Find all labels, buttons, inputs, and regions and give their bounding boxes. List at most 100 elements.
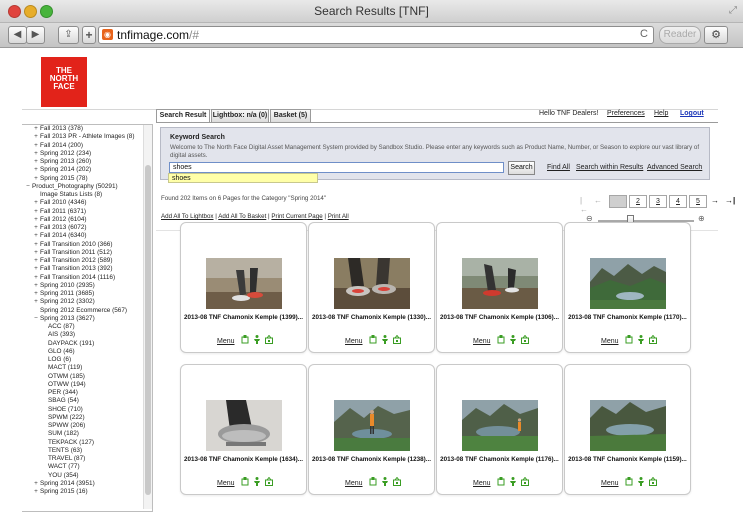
find-all-link[interactable]: Find All: [547, 164, 570, 171]
tree-item[interactable]: TEKPACK (127): [22, 439, 142, 447]
tree-item[interactable]: OTWM (185): [22, 373, 142, 381]
tree-item[interactable]: + Fall Transition 2013 (392): [22, 265, 142, 273]
tree-item[interactable]: WACT (77): [22, 463, 142, 471]
add-to-lightbox-icon[interactable]: [625, 477, 633, 486]
tree-item[interactable]: SUM (182): [22, 430, 142, 438]
tree-item[interactable]: SBAG (54): [22, 397, 142, 405]
result-card[interactable]: 2013-08 TNF Chamonix Kemple (1634)... Men…: [180, 364, 307, 495]
tree-item[interactable]: + Fall 2013 (378): [22, 125, 142, 133]
add-to-lightbox-icon[interactable]: [369, 335, 377, 344]
expand-icon[interactable]: +: [32, 298, 40, 306]
expand-icon[interactable]: +: [32, 241, 40, 249]
the-north-face-logo[interactable]: THE NORTH FACE: [41, 57, 87, 107]
expand-icon[interactable]: +: [32, 232, 40, 240]
tree-item[interactable]: + Spring 2015 (16): [22, 488, 142, 496]
add-to-basket-icon[interactable]: [521, 477, 529, 486]
tree-item[interactable]: ACC (87): [22, 323, 142, 331]
tree-item[interactable]: + Fall 2011 (6371): [22, 208, 142, 216]
tree-item[interactable]: SPWW (206): [22, 422, 142, 430]
collapse-icon[interactable]: −: [24, 183, 32, 191]
forward-button[interactable]: ▶: [26, 26, 45, 44]
print-all-link[interactable]: Print All: [328, 213, 349, 220]
result-menu-link[interactable]: Menu: [473, 338, 491, 345]
add-to-lightbox-icon[interactable]: [625, 335, 633, 344]
tree-item[interactable]: Spring 2012 Ecommerce (567): [22, 307, 142, 315]
add-to-basket-icon[interactable]: [265, 477, 273, 486]
tab-basket[interactable]: Basket (5): [270, 109, 311, 122]
expand-icon[interactable]: +: [32, 274, 40, 282]
result-card[interactable]: 2013-08 TNF Chamonix Kemple (1238)... Men…: [308, 364, 435, 495]
page-3-button[interactable]: 3: [649, 195, 667, 208]
autocomplete-suggestion[interactable]: shoes: [168, 173, 318, 183]
tree-item[interactable]: + Fall Transition 2012 (589): [22, 257, 142, 265]
result-menu-link[interactable]: Menu: [345, 338, 363, 345]
tree-item[interactable]: + Fall 2014 (6340): [22, 232, 142, 240]
tree-item[interactable]: + Spring 2013 (260): [22, 158, 142, 166]
tab-search-result[interactable]: Search Result: [156, 109, 210, 123]
tree-item[interactable]: + Spring 2014 (202): [22, 166, 142, 174]
result-menu-link[interactable]: Menu: [601, 480, 619, 487]
expand-icon[interactable]: +: [32, 216, 40, 224]
expand-icon[interactable]: +: [32, 480, 40, 488]
result-menu-link[interactable]: Menu: [217, 338, 235, 345]
tree-item[interactable]: SPWM (222): [22, 414, 142, 422]
search-button[interactable]: Search: [508, 161, 535, 175]
add-to-basket-icon[interactable]: [521, 335, 529, 344]
expand-icon[interactable]: +: [32, 142, 40, 150]
person-info-icon[interactable]: [509, 477, 517, 486]
expand-icon[interactable]: +: [32, 125, 40, 133]
result-card[interactable]: 2013-08 TNF Chamonix Kemple (1170)... Men…: [564, 222, 691, 353]
add-to-lightbox-icon[interactable]: [369, 477, 377, 486]
tree-item[interactable]: Image Status Lists (8): [22, 191, 142, 199]
expand-icon[interactable]: +: [32, 175, 40, 183]
person-info-icon[interactable]: [509, 335, 517, 344]
search-within-results-link[interactable]: Search within Results: [576, 164, 643, 171]
share-button[interactable]: ⇪: [58, 26, 79, 44]
add-all-to-basket-link[interactable]: Add All To Basket: [218, 213, 266, 220]
add-to-lightbox-icon[interactable]: [241, 335, 249, 344]
tree-item[interactable]: + Fall Transition 2010 (366): [22, 241, 142, 249]
tree-item[interactable]: + Spring 2010 (2935): [22, 282, 142, 290]
result-thumbnail[interactable]: [334, 258, 410, 309]
person-info-icon[interactable]: [637, 335, 645, 344]
add-to-basket-icon[interactable]: [393, 335, 401, 344]
add-to-basket-icon[interactable]: [265, 335, 273, 344]
tree-item[interactable]: − Spring 2013 (3627): [22, 315, 142, 323]
result-thumbnail[interactable]: [590, 400, 666, 451]
tree-item[interactable]: SHOE (710): [22, 406, 142, 414]
add-to-basket-icon[interactable]: [393, 477, 401, 486]
tree-item[interactable]: − Product_Photography (50291): [22, 183, 142, 191]
tree-item[interactable]: + Fall Transition 2011 (512): [22, 249, 142, 257]
print-current-page-link[interactable]: Print Current Page: [271, 213, 322, 220]
tree-item[interactable]: DAYPACK (191): [22, 340, 142, 348]
tree-item[interactable]: + Spring 2011 (3685): [22, 290, 142, 298]
result-thumbnail[interactable]: [206, 258, 282, 309]
expand-icon[interactable]: +: [32, 199, 40, 207]
result-thumbnail[interactable]: [462, 258, 538, 309]
expand-icon[interactable]: +: [32, 290, 40, 298]
address-bar[interactable]: ◉ tnfimage.com/# C: [98, 26, 654, 44]
next-page-icon[interactable]: →: [711, 196, 719, 205]
add-to-lightbox-icon[interactable]: [241, 477, 249, 486]
tree-item[interactable]: + Fall Transition 2014 (1116): [22, 274, 142, 282]
expand-icon[interactable]: +: [32, 150, 40, 158]
settings-gear-icon[interactable]: ⚙: [704, 26, 728, 44]
tree-item[interactable]: + Spring 2014 (3951): [22, 480, 142, 488]
help-link[interactable]: Help: [654, 110, 668, 117]
result-thumbnail[interactable]: [206, 400, 282, 451]
result-card[interactable]: 2013-08 TNF Chamonix Kemple (1399)... Men…: [180, 222, 307, 353]
expand-icon[interactable]: +: [32, 158, 40, 166]
sidebar-scrollbar[interactable]: [143, 125, 152, 509]
result-card[interactable]: 2013-08 TNF Chamonix Kemple (1159)... Men…: [564, 364, 691, 495]
tree-item[interactable]: + Fall 2013 PR - Athlete Images (8): [22, 133, 142, 141]
expand-icon[interactable]: +: [32, 488, 40, 496]
tree-item[interactable]: LOG (6): [22, 356, 142, 364]
collapse-icon[interactable]: −: [32, 315, 40, 323]
tree-item[interactable]: AIS (393): [22, 331, 142, 339]
person-info-icon[interactable]: [381, 477, 389, 486]
tree-item[interactable]: + Fall 2012 (6104): [22, 216, 142, 224]
keyword-search-input[interactable]: [169, 162, 504, 173]
tree-item[interactable]: + Spring 2012 (234): [22, 150, 142, 158]
person-info-icon[interactable]: [637, 477, 645, 486]
rss-icon[interactable]: ◉: [102, 29, 113, 40]
